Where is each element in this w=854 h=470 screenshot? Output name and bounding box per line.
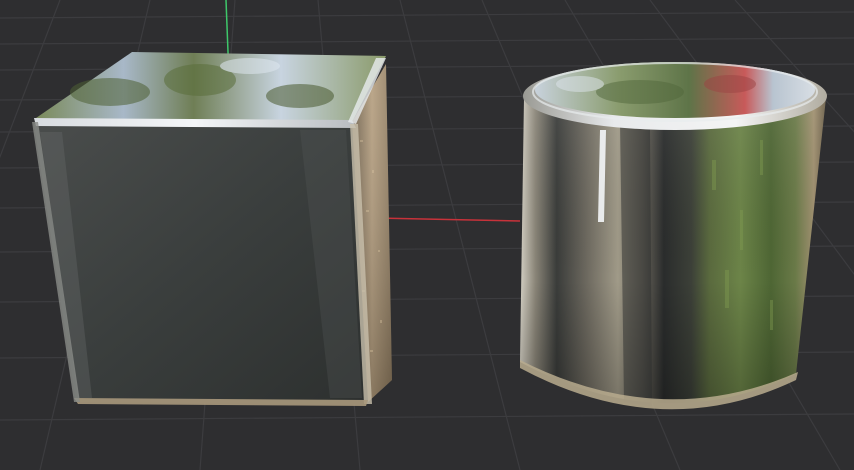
cylinder-object[interactable] (520, 62, 827, 410)
cube-object[interactable] (32, 52, 392, 406)
scene-canvas[interactable] (0, 0, 854, 470)
3d-viewport[interactable] (0, 0, 854, 470)
